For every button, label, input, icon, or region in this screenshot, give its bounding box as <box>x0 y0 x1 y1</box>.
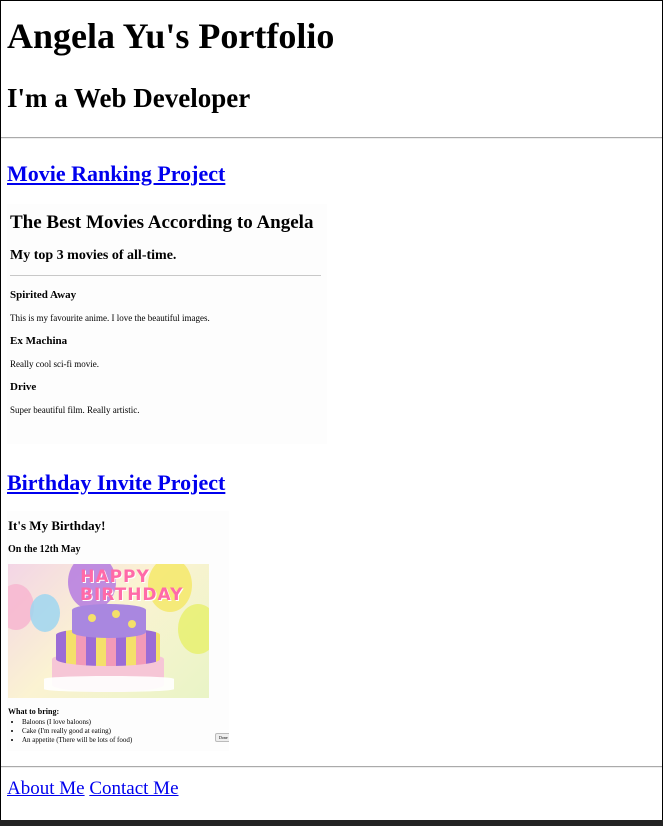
divider <box>1 766 662 768</box>
birthday-cake-image: HAPPY BIRTHDAY <box>8 564 209 698</box>
movie-preview-title: The Best Movies According to Angela <box>10 212 314 233</box>
what-to-bring-label: What to bring: <box>8 707 60 716</box>
movie-preview-divider <box>10 275 321 276</box>
page-frame: Angela Yu's Portfolio I'm a Web Develope… <box>0 0 663 820</box>
movie-ranking-preview: The Best Movies According to Angela My t… <box>7 204 327 444</box>
happy-birthday-image-text: HAPPY BIRTHDAY <box>80 567 184 605</box>
movie-description: This is my favourite anime. I love the b… <box>10 313 210 323</box>
movie-description: Super beautiful film. Really artistic. <box>10 405 140 415</box>
birthday-invite-preview: It's My Birthday! On the 12th May HAPPY … <box>7 511 229 751</box>
movie-name: Ex Machina <box>10 335 68 347</box>
movie-description: Really cool sci-fi movie. <box>10 359 99 369</box>
about-me-link[interactable]: About Me <box>7 778 85 799</box>
birthday-invite-project-link[interactable]: Birthday Invite Project <box>7 470 225 496</box>
bring-list: Baloons (I love baloons) Cake (I'm reall… <box>8 718 132 745</box>
movie-name: Drive <box>10 381 37 393</box>
page-title: Angela Yu's Portfolio <box>7 16 335 56</box>
movie-name: Spirited Away <box>10 289 77 301</box>
window-bottom-bar <box>0 820 663 826</box>
list-item: Baloons (I love baloons) <box>22 718 132 727</box>
movie-preview-subtitle: My top 3 movies of all-time. <box>10 248 177 263</box>
list-item: An appetite (There will be lots of food) <box>22 736 132 745</box>
contact-me-link[interactable]: Contact Me <box>89 778 178 799</box>
done-button[interactable]: Done <box>215 733 229 742</box>
movie-ranking-project-link[interactable]: Movie Ranking Project <box>7 161 225 187</box>
footer-nav: About Me Contact Me <box>7 778 179 800</box>
page-subtitle: I'm a Web Developer <box>7 83 251 113</box>
birthday-preview-title: It's My Birthday! <box>8 518 106 533</box>
divider <box>1 137 662 139</box>
birthday-preview-date: On the 12th May <box>8 544 81 555</box>
list-item: Cake (I'm really good at eating) <box>22 727 132 736</box>
